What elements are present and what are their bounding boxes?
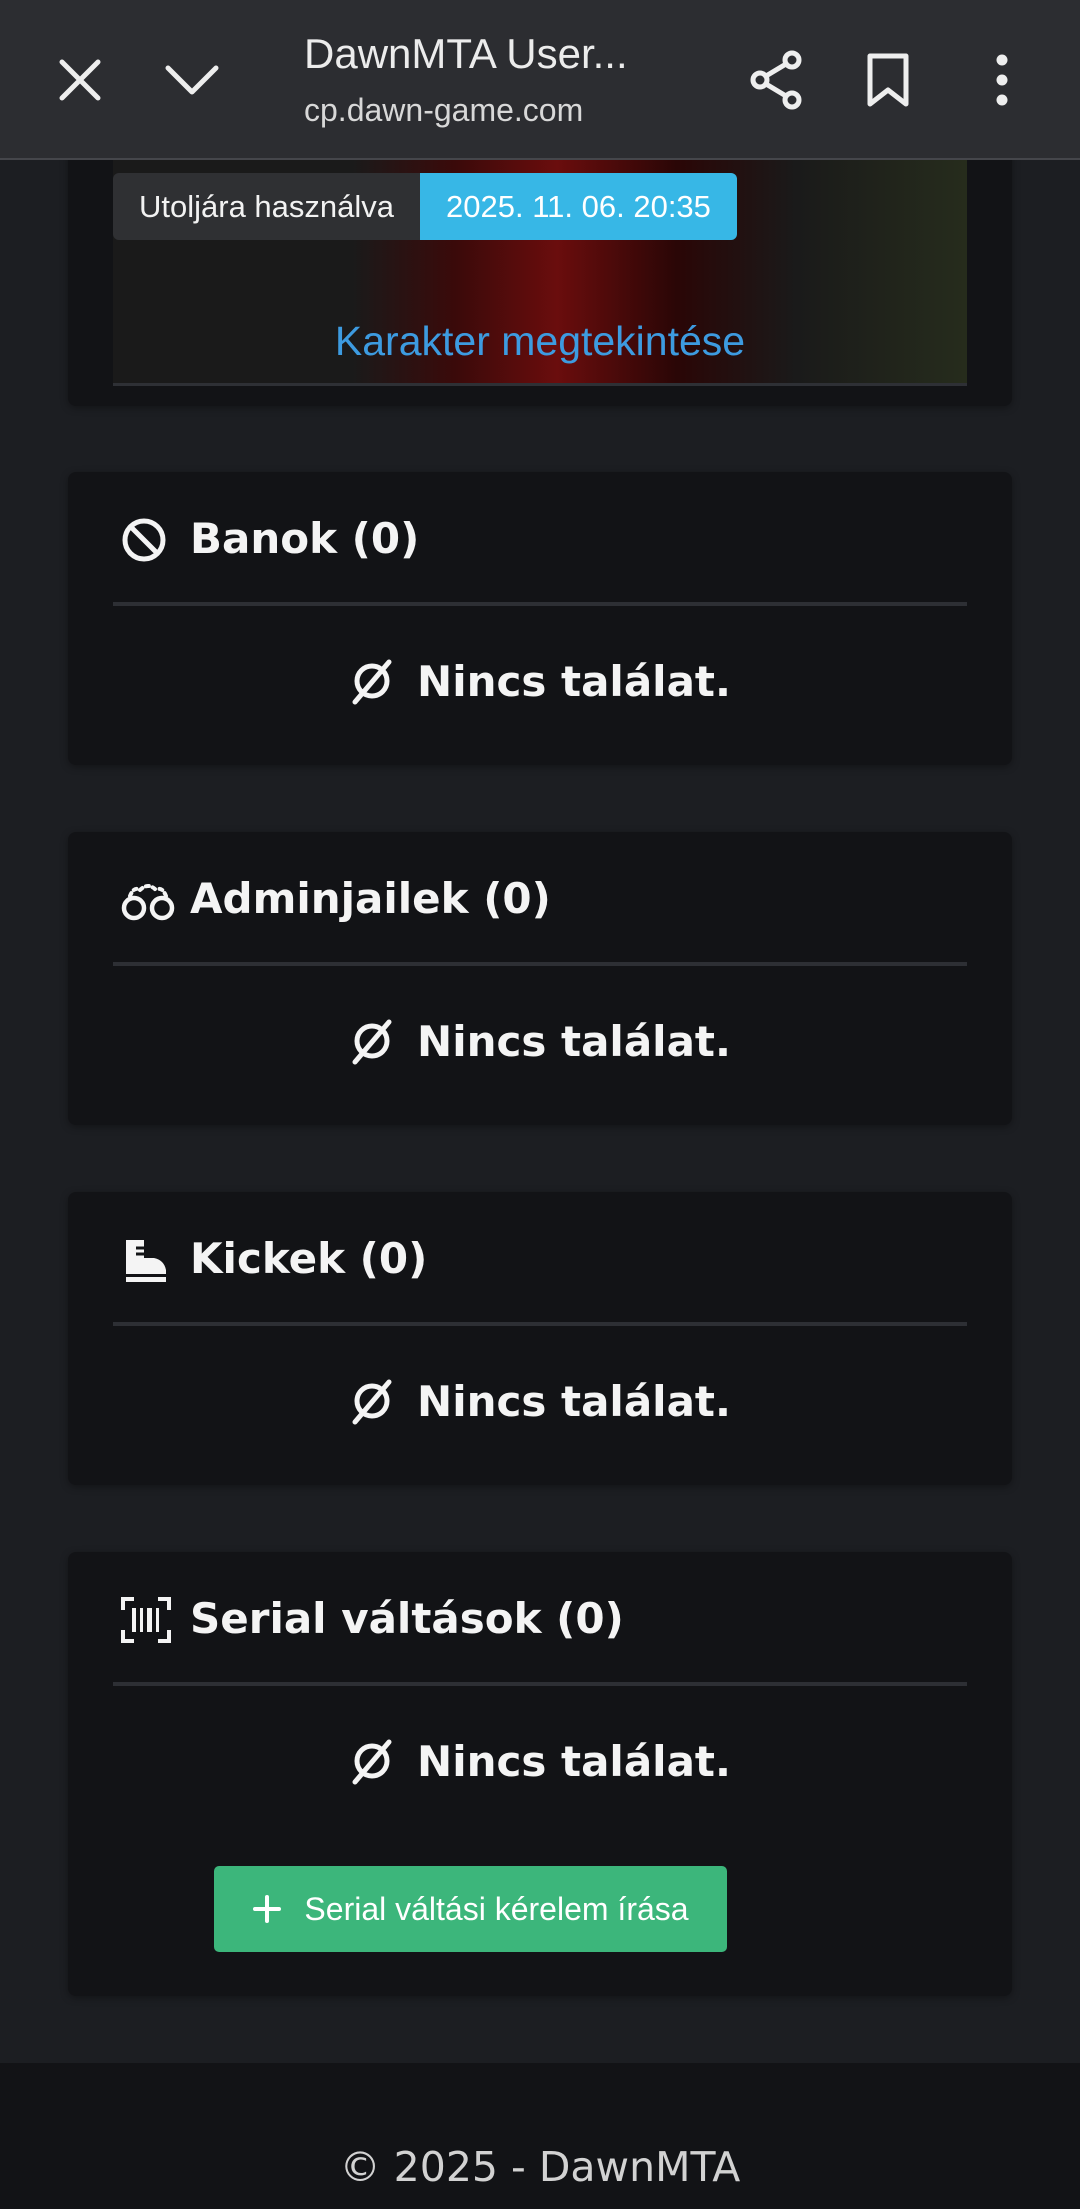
- last-used-label: Utoljára használva: [113, 173, 421, 240]
- adminjails-title: Adminjailek (0): [190, 874, 551, 923]
- chevron-down-icon[interactable]: [152, 40, 232, 120]
- page-title: DawnMTA User...: [304, 30, 628, 77]
- footer: © 2025 - DawnMTA: [0, 2063, 1080, 2209]
- bans-empty-state: Nincs találat.: [68, 656, 1012, 706]
- share-icon[interactable]: [736, 40, 816, 120]
- ban-icon: [120, 516, 172, 568]
- last-used-badge: Utoljára használva 2025. 11. 06. 20:35: [113, 173, 737, 240]
- plus-icon: [253, 1895, 282, 1923]
- adminjails-empty-state: Nincs találat.: [68, 1016, 1012, 1066]
- barcode-icon: [120, 1596, 172, 1648]
- copyright-text: © 2025 - DawnMTA: [339, 2143, 741, 2191]
- bans-title: Banok (0): [190, 514, 420, 563]
- page-url[interactable]: cp.dawn-game.com: [304, 92, 634, 129]
- divider: [113, 1682, 967, 1686]
- serial-changes-empty-state: Nincs találat.: [68, 1736, 1012, 1786]
- divider: [113, 602, 967, 606]
- view-character-link[interactable]: Karakter megtekintése: [68, 318, 1012, 365]
- empty-set-icon: [352, 1739, 392, 1785]
- more-options-icon[interactable]: [962, 40, 1042, 120]
- no-results-text: Nincs találat.: [417, 1736, 731, 1786]
- browser-toolbar: DawnMTA User... cp.dawn-game.com: [0, 0, 1080, 160]
- empty-set-icon: [352, 1379, 392, 1425]
- kicks-empty-state: Nincs találat.: [68, 1376, 1012, 1426]
- last-used-value: 2025. 11. 06. 20:35: [420, 173, 737, 240]
- no-results-text: Nincs találat.: [417, 1376, 731, 1426]
- close-icon[interactable]: [40, 40, 120, 120]
- handcuffs-icon: [120, 876, 175, 928]
- bookmark-icon[interactable]: [848, 40, 928, 120]
- kicks-title: Kickek (0): [190, 1234, 428, 1283]
- bans-card: Banok (0) Nincs találat.: [68, 472, 1012, 765]
- empty-set-icon: [352, 659, 392, 705]
- serial-change-request-button[interactable]: Serial váltási kérelem írása: [214, 1866, 727, 1952]
- no-results-text: Nincs találat.: [417, 1016, 731, 1066]
- no-results-text: Nincs találat.: [417, 656, 731, 706]
- boot-icon: [120, 1236, 172, 1288]
- divider: [113, 1322, 967, 1326]
- kicks-card: Kickek (0) Nincs találat.: [68, 1192, 1012, 1485]
- empty-set-icon: [352, 1019, 392, 1065]
- serial-change-request-label: Serial váltási kérelem írása: [304, 1890, 689, 1927]
- divider: [113, 962, 967, 966]
- adminjails-card: Adminjailek (0) Nincs találat.: [68, 832, 1012, 1125]
- serial-changes-title: Serial váltások (0): [190, 1594, 624, 1643]
